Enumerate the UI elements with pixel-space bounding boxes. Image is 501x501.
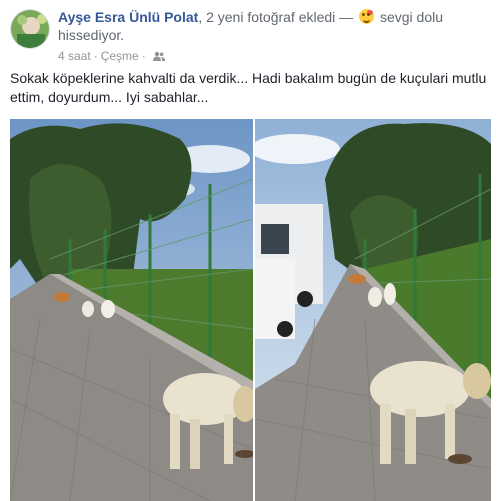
author-name-link[interactable]: Ayşe Esra Ünlü Polat — [58, 9, 198, 25]
post-body-text: Sokak köpeklerine kahvalti da verdik... … — [10, 70, 487, 105]
post-header-line: Ayşe Esra Ünlü Polat, 2 yeni fotoğraf ek… — [58, 8, 478, 44]
photo-2-image — [255, 119, 491, 501]
post-meta: 4 saat · Çeşme · — [58, 48, 165, 66]
author-avatar[interactable] — [10, 9, 50, 49]
friends-icon[interactable] — [152, 50, 165, 66]
post-photo-2[interactable] — [255, 119, 491, 501]
post-timestamp-link[interactable]: 4 saat — [58, 49, 91, 63]
smiling-face-with-hearts-icon — [359, 9, 375, 24]
post-header: Ayşe Esra Ünlü Polat, 2 yeni fotoğraf ek… — [0, 0, 501, 66]
location-link[interactable]: Çeşme — [101, 49, 139, 63]
photo-1-image — [10, 119, 253, 501]
post-action-text: , 2 yeni fotoğraf ekledi — — [198, 9, 354, 25]
post-photo-1[interactable] — [10, 119, 253, 501]
meta-separator: · — [93, 49, 98, 63]
meta-separator: · — [141, 49, 146, 63]
avatar-image — [11, 10, 49, 48]
